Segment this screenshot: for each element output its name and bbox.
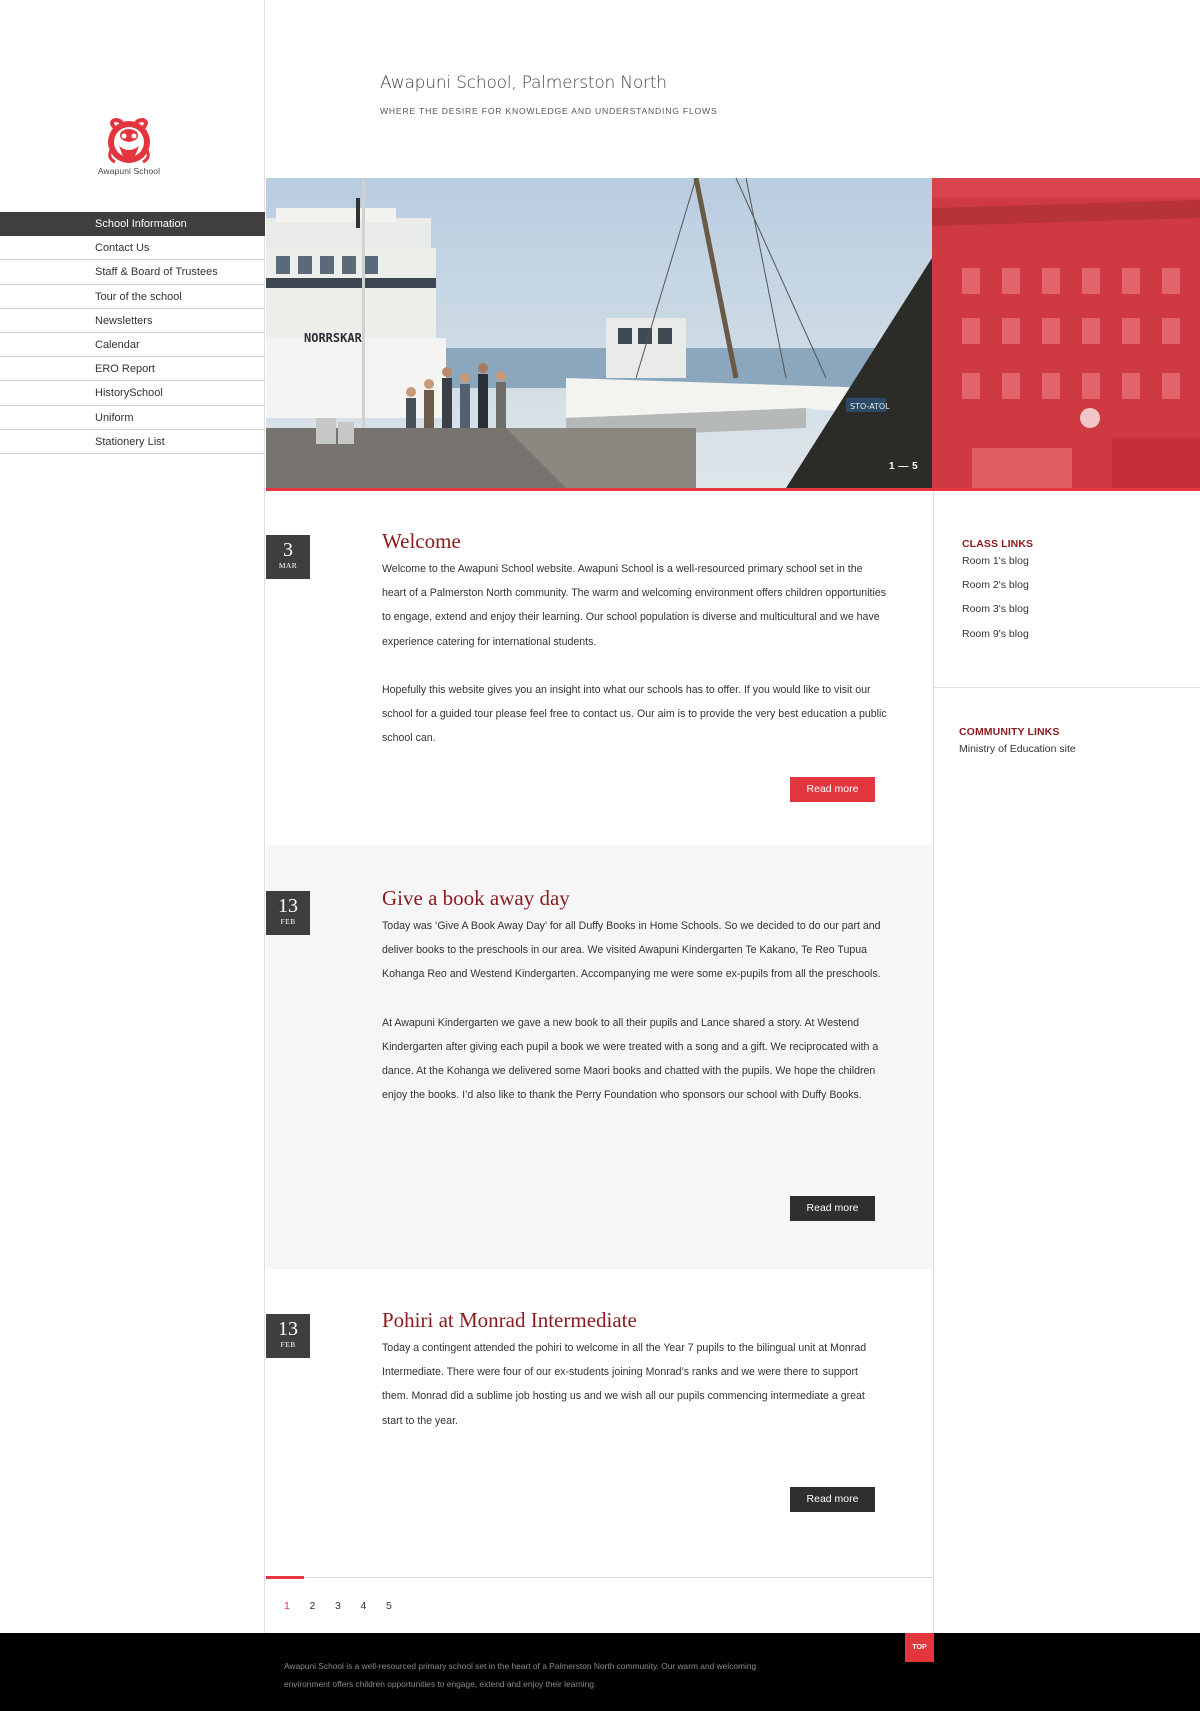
post-title[interactable]: Pohiri at Monrad Intermediate bbox=[382, 1308, 637, 1333]
site-title[interactable]: Awapuni School, Palmerston North bbox=[380, 73, 667, 93]
site-tagline: WHERE THE DESIRE FOR KNOWLEDGE AND UNDER… bbox=[380, 106, 718, 116]
read-more-button[interactable]: Read more bbox=[790, 777, 875, 802]
page-link-2[interactable]: 2 bbox=[310, 1600, 336, 1612]
pager-divider bbox=[266, 1577, 933, 1578]
footer-text: Awapuni School is a well-resourced prima… bbox=[284, 1661, 757, 1689]
post-title[interactable]: Give a book away day bbox=[382, 886, 570, 911]
post-give-a-book-away-day: 13 FEB Give a book away day Today was ‘G… bbox=[266, 845, 933, 1269]
post-body: Today a contingent attended the pohiri t… bbox=[382, 1336, 887, 1433]
class-link-room-2[interactable]: Room 2's blog bbox=[962, 573, 1029, 597]
date-month: MAR bbox=[278, 561, 298, 570]
logo-text: Awapuni School bbox=[97, 166, 161, 176]
sidebar-divider bbox=[934, 687, 1200, 688]
school-logo[interactable]: Awapuni School bbox=[94, 118, 164, 176]
post-paragraph: Welcome to the Awapuni School website. A… bbox=[382, 563, 887, 648]
date-badge: 13 FEB bbox=[266, 1314, 310, 1358]
page-link-3[interactable]: 3 bbox=[335, 1600, 361, 1612]
community-link-ministry[interactable]: Ministry of Education site bbox=[959, 737, 1076, 761]
right-sidebar: CLASS LINKS Room 1's blog Room 2's blog … bbox=[933, 491, 1200, 1633]
nav-item-staff-board[interactable]: Staff & Board of Trustees bbox=[0, 260, 265, 285]
date-day: 3 bbox=[283, 539, 293, 561]
date-day: 13 bbox=[278, 1318, 298, 1340]
hero-image-harbour: NORRSKAR STO-ATOL 1 — 5 bbox=[266, 178, 932, 488]
hero-slider[interactable]: NORRSKAR STO-ATOL 1 — 5 bbox=[266, 178, 1200, 491]
date-month: FEB bbox=[280, 1340, 296, 1349]
class-link-room-3[interactable]: Room 3's blog bbox=[962, 597, 1029, 621]
read-more-button[interactable]: Read more bbox=[790, 1196, 875, 1221]
post-welcome: 3 MAR Welcome Welcome to the Awapuni Sch… bbox=[266, 491, 933, 845]
left-sidebar: Awapuni School School Information Contac… bbox=[0, 0, 265, 1633]
nav-item-tour[interactable]: Tour of the school bbox=[0, 285, 265, 309]
page-link-5[interactable]: 5 bbox=[386, 1600, 412, 1612]
nav-item-ero-report[interactable]: ERO Report bbox=[0, 357, 265, 382]
shed-sign-text: STO-ATOL bbox=[850, 402, 890, 411]
koru-logo-icon bbox=[108, 118, 150, 164]
nav-item-stationery-list[interactable]: Stationery List bbox=[0, 430, 265, 454]
nav-item-history-school[interactable]: HistorySchool bbox=[0, 381, 265, 406]
pagination: 12345 bbox=[284, 1600, 412, 1612]
nav-item-newsletters[interactable]: Newsletters bbox=[0, 309, 265, 333]
back-to-top-button[interactable]: TOP bbox=[905, 1633, 934, 1662]
page-link-4[interactable]: 4 bbox=[361, 1600, 387, 1612]
nav-item-calendar[interactable]: Calendar bbox=[0, 333, 265, 358]
hero-image-next-slide[interactable] bbox=[932, 178, 1200, 488]
date-month: FEB bbox=[280, 917, 296, 926]
date-badge: 3 MAR bbox=[266, 535, 310, 579]
post-body: Today was ‘Give A Book Away Day’ for all… bbox=[382, 914, 887, 1107]
post-title[interactable]: Welcome bbox=[382, 529, 461, 554]
post-paragraph: At Awapuni Kindergarten we gave a new bo… bbox=[382, 1016, 879, 1102]
nav-item-school-information[interactable]: School Information bbox=[0, 212, 265, 237]
date-badge: 13 FEB bbox=[266, 891, 310, 935]
harbour-photo-icon: NORRSKAR STO-ATOL bbox=[266, 178, 932, 488]
site-footer: Awapuni School is a well-resourced prima… bbox=[0, 1633, 1200, 1711]
post-paragraph: Hopefully this website gives you an insi… bbox=[382, 683, 887, 745]
date-day: 13 bbox=[278, 895, 298, 917]
class-link-room-9[interactable]: Room 9's blog bbox=[962, 622, 1029, 646]
slide-counter: 1 — 5 bbox=[889, 461, 919, 472]
post-pohiri-monrad: 13 FEB Pohiri at Monrad Intermediate Tod… bbox=[266, 1269, 933, 1569]
post-paragraph: Today was ‘Give A Book Away Day’ for all… bbox=[382, 920, 881, 981]
building-photo-icon bbox=[932, 178, 1200, 488]
class-link-room-1[interactable]: Room 1's blog bbox=[962, 549, 1029, 573]
nav-item-uniform[interactable]: Uniform bbox=[0, 406, 265, 430]
read-more-button[interactable]: Read more bbox=[790, 1487, 875, 1512]
page-link-1[interactable]: 1 bbox=[284, 1600, 310, 1612]
boat-name-text: NORRSKAR bbox=[304, 331, 363, 345]
community-links-list: Ministry of Education site bbox=[959, 737, 1076, 761]
post-body: Welcome to the Awapuni School website. A… bbox=[382, 557, 887, 750]
post-paragraph: Today a contingent attended the pohiri t… bbox=[382, 1342, 867, 1427]
class-links-list: Room 1's blog Room 2's blog Room 3's blo… bbox=[962, 549, 1029, 646]
sidebar-nav: School Information Contact Us Staff & Bo… bbox=[0, 212, 265, 454]
pager-accent bbox=[266, 1576, 304, 1579]
nav-item-contact-us[interactable]: Contact Us bbox=[0, 236, 265, 261]
